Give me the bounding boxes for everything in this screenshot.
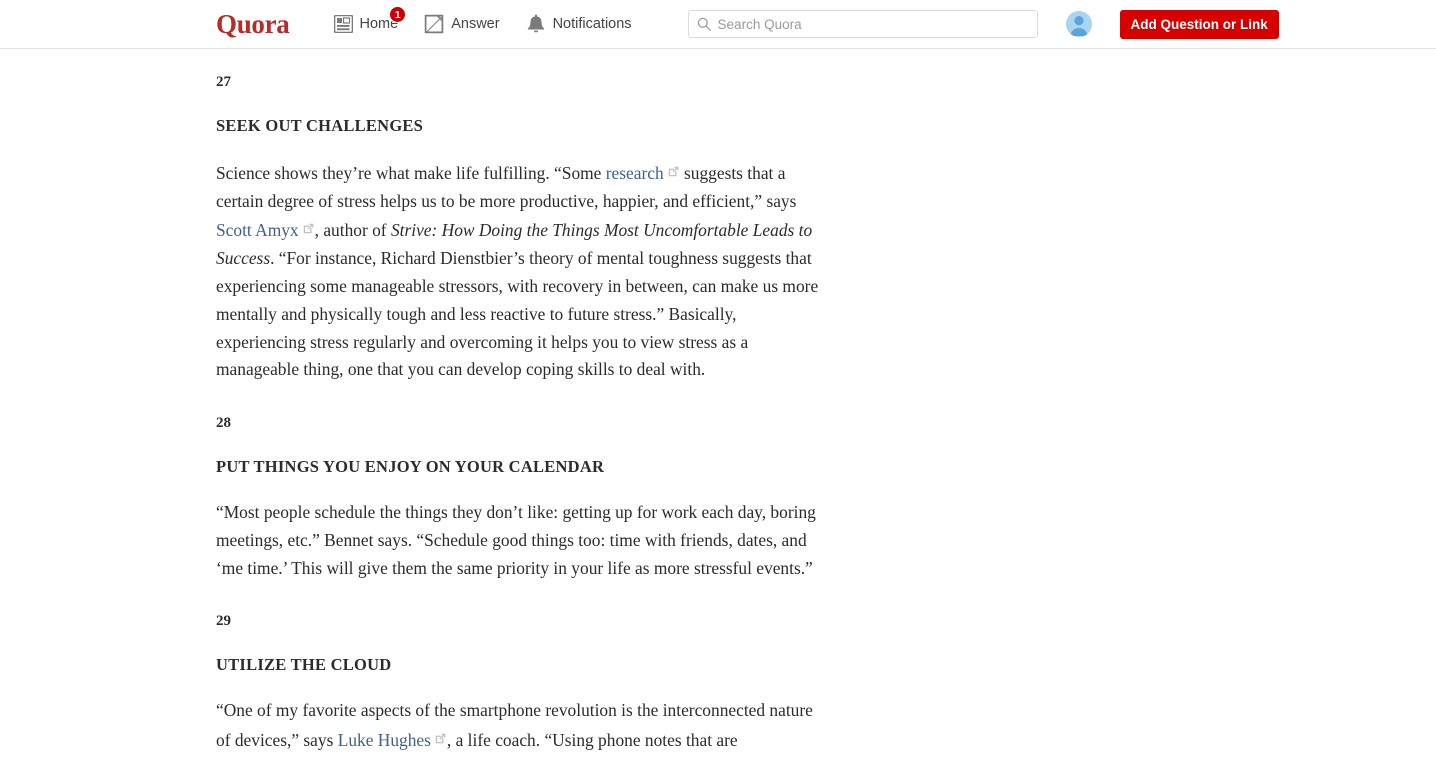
article-section: 28 PUT THINGS YOU ENJOY ON YOUR CALENDAR “… [216, 408, 822, 582]
header-inner: Quora Home 1 Answer Notifications Search… [0, 0, 1436, 48]
nav-item-notifications-label: Notifications [552, 16, 632, 32]
article-body: 27 SEEK OUT CHALLENGES Science shows they’… [216, 67, 822, 755]
external-link[interactable]: Luke Hughes [338, 730, 431, 750]
nav-item-answer-label: Answer [451, 16, 500, 32]
search-input[interactable] [710, 11, 1037, 37]
external-link[interactable]: research [606, 163, 664, 183]
section-paragraph: “Most people schedule the things they do… [216, 499, 822, 582]
article-section: 29 UTILIZE THE CLOUD “One of my favorite a… [216, 606, 822, 754]
paragraph-text: , a life coach. “Using phone notes that … [446, 729, 738, 750]
section-number: 27 [216, 74, 231, 90]
article-section: 27 SEEK OUT CHALLENGES Science shows they’… [216, 67, 822, 384]
paragraph-text: Science shows they’re what make life ful… [216, 162, 606, 183]
pencil-square-icon [424, 14, 444, 34]
section-paragraph: Science shows they’re what make life ful… [216, 158, 822, 384]
section-number: 28 [216, 415, 231, 432]
external-link-icon [435, 725, 446, 753]
bell-icon [526, 14, 546, 35]
paragraph-text: , author of [314, 220, 391, 241]
section-number: 29 [216, 613, 231, 630]
section-paragraph: “One of my favorite aspects of the smart… [216, 697, 822, 755]
home-feed-icon [333, 15, 353, 33]
site-header: Quora Home 1 Answer Notifications Search… [0, 0, 1436, 49]
home-notification-badge: 1 [389, 6, 407, 23]
user-avatar-icon[interactable] [1065, 11, 1092, 37]
section-heading: UTILIZE THE CLOUD [216, 655, 392, 675]
search-box[interactable] [687, 10, 1038, 38]
external-link[interactable]: Scott Amyx [216, 220, 299, 240]
external-link-icon [668, 158, 679, 186]
paragraph-text: . “For instance, Richard Dienstbier’s th… [216, 248, 819, 380]
nav-item-home[interactable]: Home 1 [333, 6, 407, 33]
search-container [687, 10, 1038, 38]
section-heading: SEEK OUT CHALLENGES [216, 116, 424, 135]
add-question-or-link-button[interactable]: Add Question or Link [1119, 9, 1279, 39]
external-link-icon [303, 215, 314, 243]
nav-item-notifications[interactable]: Notifications [526, 14, 632, 35]
page-content: 27 SEEK OUT CHALLENGES Science shows they’… [0, 49, 1436, 755]
quora-logo[interactable]: Quora [216, 10, 290, 38]
section-heading: PUT THINGS YOU ENJOY ON YOUR CALENDAR [216, 457, 605, 477]
search-icon [697, 17, 711, 31]
paragraph-text: “Most people schedule the things they do… [216, 501, 816, 578]
nav-item-answer[interactable]: Answer [424, 14, 500, 34]
